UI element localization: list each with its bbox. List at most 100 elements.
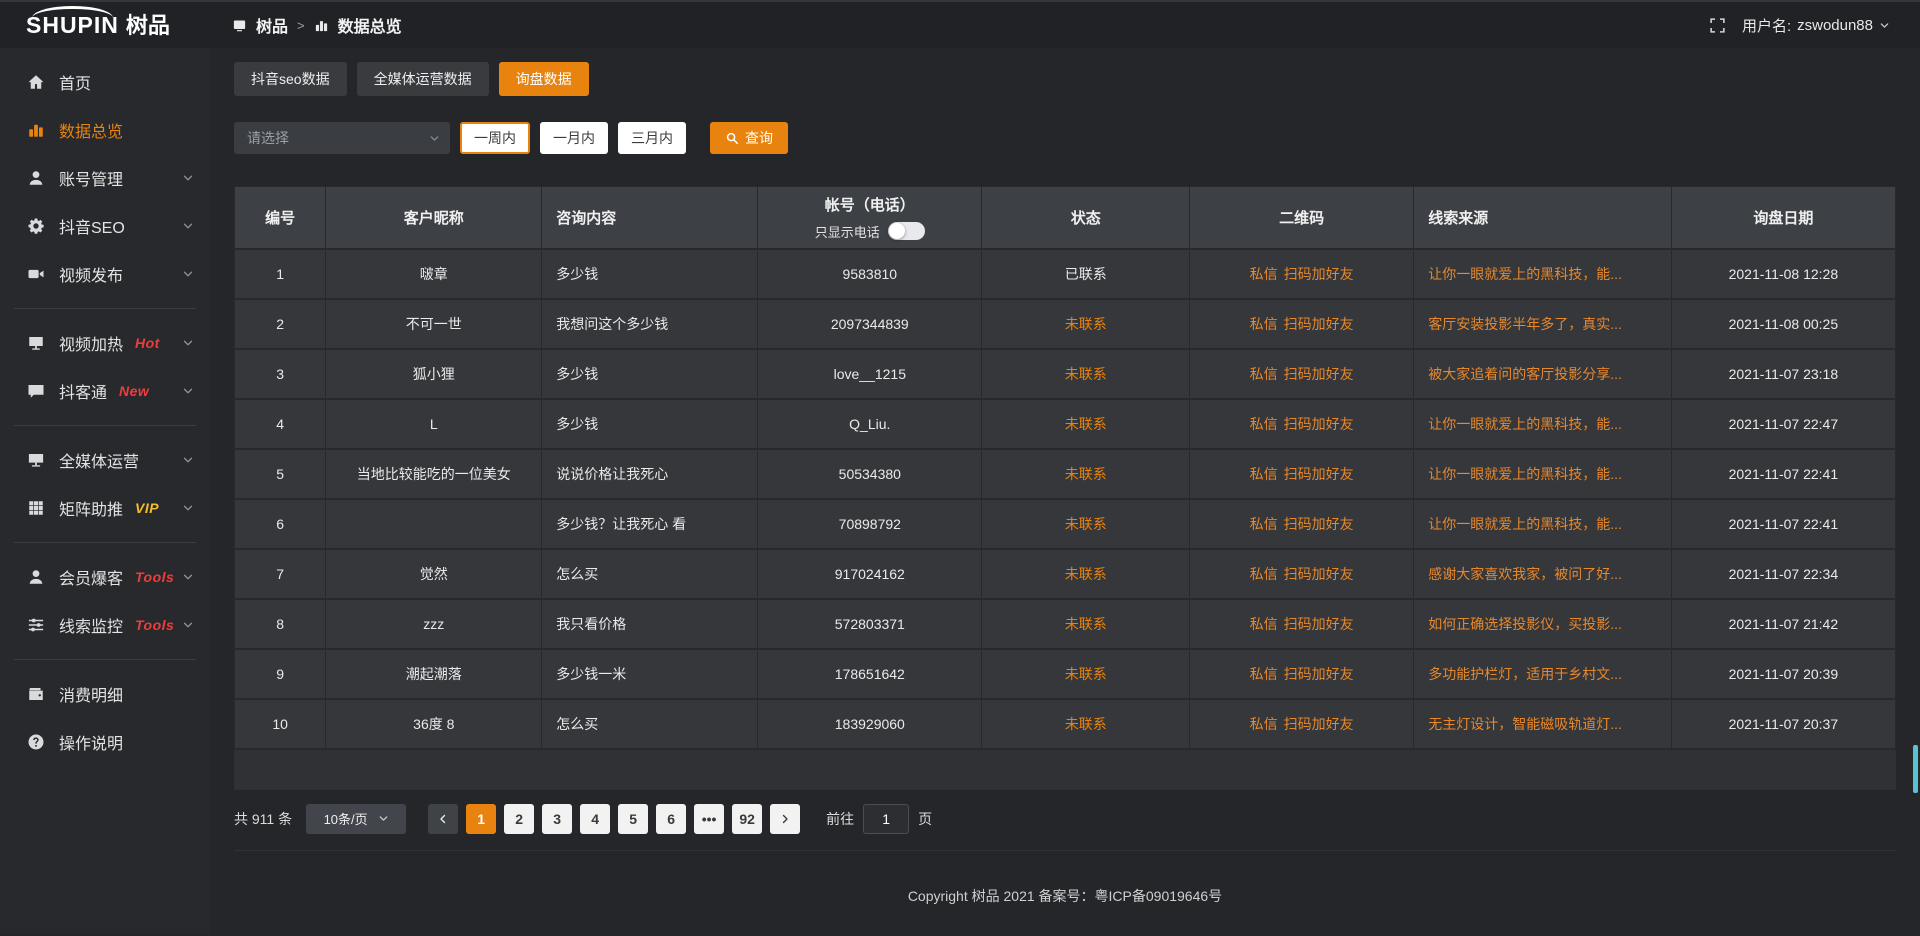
search-button[interactable]: 查询 <box>710 122 788 154</box>
sidebar-item[interactable]: 矩阵助推VIP <box>0 484 210 532</box>
fullscreen-icon[interactable] <box>1709 17 1726 34</box>
next-page-button[interactable] <box>770 804 800 834</box>
monitor-icon <box>27 451 45 469</box>
tab-3[interactable]: 询盘数据 <box>499 62 589 96</box>
page-button-3[interactable]: 3 <box>542 804 572 834</box>
col-header-nickname: 客户昵称 <box>326 187 542 249</box>
cell-content: 怎么买 <box>542 549 758 599</box>
private-message-link[interactable]: 私信 <box>1250 416 1278 432</box>
lead-source-link[interactable]: 客厅安装投影半年多了，真实... <box>1428 316 1622 332</box>
sidebar-item[interactable]: 数据总览 <box>0 106 210 154</box>
lead-source-link[interactable]: 让你一眼就爱上的黑科技，能... <box>1428 466 1622 482</box>
page-button-2[interactable]: 2 <box>504 804 534 834</box>
sidebar-divider <box>14 308 196 309</box>
cell-source: 让你一眼就爱上的黑科技，能... <box>1414 249 1671 299</box>
account-select[interactable]: 请选择 <box>234 122 450 154</box>
private-message-link[interactable]: 私信 <box>1250 716 1278 732</box>
private-message-link[interactable]: 私信 <box>1250 516 1278 532</box>
table-row: 6多少钱？让我死心 看70898792未联系私信扫码加好友让你一眼就爱上的黑科技… <box>235 499 1896 549</box>
tab-1[interactable]: 抖音seo数据 <box>234 62 347 96</box>
col-header-account: 帐号（电话）只显示电话 <box>758 187 982 249</box>
sidebar-item[interactable]: 操作说明 <box>0 718 210 766</box>
page-button-6[interactable]: 6 <box>656 804 686 834</box>
scan-add-friend-link[interactable]: 扫码加好友 <box>1284 516 1354 532</box>
sidebar-item[interactable]: 账号管理 <box>0 154 210 202</box>
cell-no: 7 <box>235 549 326 599</box>
lead-source-link[interactable]: 被大家追着问的客厅投影分享... <box>1428 366 1622 382</box>
lead-source-link[interactable]: 让你一眼就爱上的黑科技，能... <box>1428 266 1622 282</box>
scan-add-friend-link[interactable]: 扫码加好友 <box>1284 266 1354 282</box>
comment-icon <box>27 382 45 400</box>
sidebar-item[interactable]: 全媒体运营 <box>0 436 210 484</box>
chevron-down-icon <box>182 172 194 184</box>
phone-only-toggle[interactable] <box>888 222 925 240</box>
private-message-link[interactable]: 私信 <box>1250 266 1278 282</box>
lead-source-link[interactable]: 让你一眼就爱上的黑科技，能... <box>1428 416 1622 432</box>
private-message-link[interactable]: 私信 <box>1250 316 1278 332</box>
quick-range-button[interactable]: 一月内 <box>540 122 608 154</box>
goto-page-input[interactable] <box>863 804 909 834</box>
quick-range-button[interactable]: 一周内 <box>460 122 530 154</box>
private-message-link[interactable]: 私信 <box>1250 616 1278 632</box>
prev-page-button[interactable] <box>428 804 458 834</box>
sidebar-item[interactable]: 线索监控Tools <box>0 601 210 649</box>
breadcrumb-root[interactable]: 树品 <box>256 13 288 37</box>
page-button-92[interactable]: 92 <box>732 804 762 834</box>
sidebar: 首页数据总览账号管理抖音SEO视频发布视频加热Hot抖客通New 全媒体运营矩阵助… <box>0 48 210 934</box>
lead-source-link[interactable]: 无主灯设计，智能磁吸轨道灯... <box>1428 716 1622 732</box>
cell-date: 2021-11-07 22:41 <box>1671 449 1895 499</box>
cell-status: 未联系 <box>982 549 1190 599</box>
private-message-link[interactable]: 私信 <box>1250 666 1278 682</box>
page-button-5[interactable]: 5 <box>618 804 648 834</box>
user-dropdown[interactable]: 用户名: zswodun88 <box>1742 15 1890 36</box>
cell-nickname: L <box>326 399 542 449</box>
sidebar-item[interactable]: 抖音SEO <box>0 202 210 250</box>
scan-add-friend-link[interactable]: 扫码加好友 <box>1284 716 1354 732</box>
breadcrumb-current: 数据总览 <box>338 13 402 37</box>
scan-add-friend-link[interactable]: 扫码加好友 <box>1284 416 1354 432</box>
page-ellipsis-button[interactable]: ••• <box>694 804 724 834</box>
cell-no: 10 <box>235 699 326 749</box>
scan-add-friend-link[interactable]: 扫码加好友 <box>1284 566 1354 582</box>
private-message-link[interactable]: 私信 <box>1250 366 1278 382</box>
tab-2[interactable]: 全媒体运营数据 <box>357 62 489 96</box>
scan-add-friend-link[interactable]: 扫码加好友 <box>1284 666 1354 682</box>
chevron-down-icon <box>429 133 440 144</box>
chevron-down-icon <box>182 385 194 397</box>
user-icon <box>27 568 45 586</box>
cell-nickname: 啵章 <box>326 249 542 299</box>
screen-icon <box>27 334 45 352</box>
pagination: 共 911 条 10条/页 123456•••92 前往 页 <box>234 804 1896 834</box>
scan-add-friend-link[interactable]: 扫码加好友 <box>1284 316 1354 332</box>
cell-qr: 私信扫码加好友 <box>1190 549 1414 599</box>
sidebar-item[interactable]: 首页 <box>0 58 210 106</box>
cell-source: 如何正确选择投影仪，买投影... <box>1414 599 1671 649</box>
page-button-4[interactable]: 4 <box>580 804 610 834</box>
scan-add-friend-link[interactable]: 扫码加好友 <box>1284 616 1354 632</box>
logo-area: SHUPIN 树品 <box>0 14 210 37</box>
lead-source-link[interactable]: 如何正确选择投影仪，买投影... <box>1428 616 1622 632</box>
table-row: 4L多少钱Q_Liu.未联系私信扫码加好友让你一眼就爱上的黑科技，能...202… <box>235 399 1896 449</box>
sidebar-item[interactable]: 视频加热Hot <box>0 319 210 367</box>
page-button-1[interactable]: 1 <box>466 804 496 834</box>
video-icon <box>27 265 45 283</box>
sidebar-item[interactable]: 会员爆客Tools <box>0 553 210 601</box>
brand-logo[interactable]: SHUPIN 树品 <box>26 14 210 37</box>
scan-add-friend-link[interactable]: 扫码加好友 <box>1284 466 1354 482</box>
cell-date: 2021-11-07 20:39 <box>1671 649 1895 699</box>
filter-row: 请选择 一周内一月内三月内 查询 <box>234 122 1896 154</box>
sidebar-item[interactable]: 抖客通New <box>0 367 210 415</box>
lead-source-link[interactable]: 感谢大家喜欢我家，被问了好... <box>1428 566 1622 582</box>
scan-add-friend-link[interactable]: 扫码加好友 <box>1284 366 1354 382</box>
private-message-link[interactable]: 私信 <box>1250 566 1278 582</box>
sidebar-item[interactable]: 消费明细 <box>0 670 210 718</box>
quick-range-button[interactable]: 三月内 <box>618 122 686 154</box>
sidebar-item[interactable]: 视频发布 <box>0 250 210 298</box>
scrollbar-thumb[interactable] <box>1913 745 1918 793</box>
goto-suffix: 页 <box>918 809 932 829</box>
page-size-select[interactable]: 10条/页 <box>306 804 406 834</box>
lead-source-link[interactable]: 让你一眼就爱上的黑科技，能... <box>1428 516 1622 532</box>
chevron-down-icon <box>182 268 194 280</box>
private-message-link[interactable]: 私信 <box>1250 466 1278 482</box>
lead-source-link[interactable]: 多功能护栏灯，适用于乡村文... <box>1428 666 1622 682</box>
